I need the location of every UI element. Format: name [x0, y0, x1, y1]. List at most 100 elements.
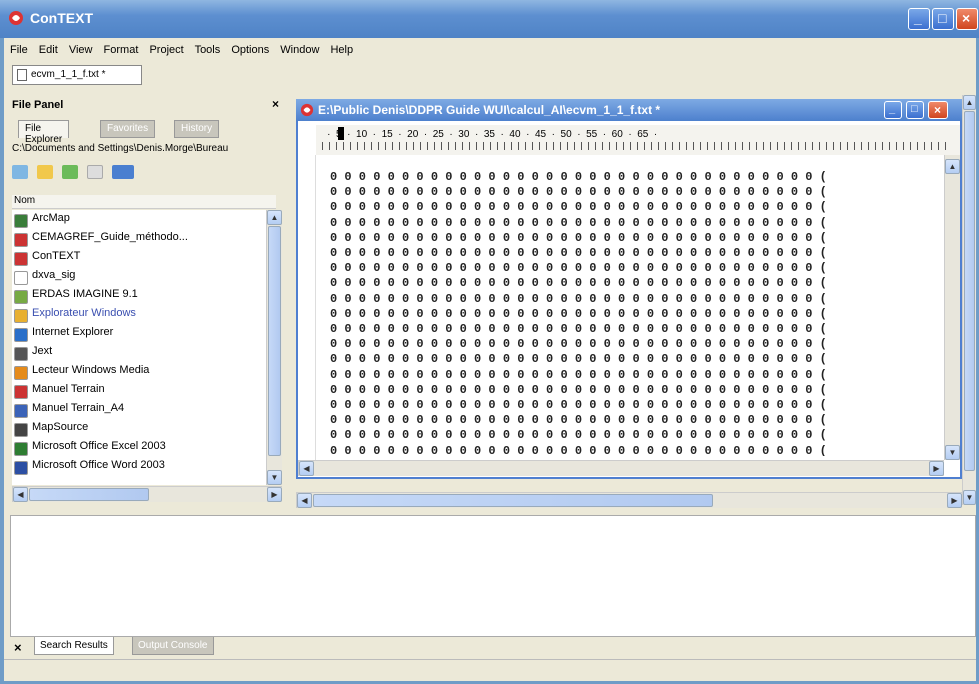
scroll-right-icon[interactable]: ▶: [947, 493, 962, 508]
document-tab[interactable]: ecvm_1_1_f.txt *: [12, 65, 142, 85]
globe-icon: [14, 214, 28, 228]
folder-up-icon[interactable]: [37, 165, 54, 179]
list-item[interactable]: CEMAGREF_Guide_méthodo...: [12, 231, 188, 249]
text-line: 0 0 0 0 0 0 0 0 0 0 0 0 0 0 0 0 0 0 0 0 …: [330, 382, 827, 397]
file-panel-title: File Panel: [12, 99, 64, 111]
list-item-label: Lecteur Windows Media: [32, 364, 150, 376]
list-item[interactable]: MapSource: [12, 421, 88, 439]
new-folder-icon[interactable]: [87, 165, 104, 179]
tab-history[interactable]: History: [174, 120, 220, 138]
window-title: ConTEXT: [30, 10, 93, 26]
editor-vscrollbar[interactable]: ▲ ▼: [944, 155, 960, 460]
list-item[interactable]: Lecteur Windows Media: [12, 364, 149, 382]
list-item[interactable]: Explorateur Windows: [12, 307, 136, 325]
folder-open-icon[interactable]: [62, 165, 79, 179]
list-item[interactable]: Manuel Terrain_A4: [12, 402, 124, 420]
line-gutter: [298, 155, 316, 460]
list-item[interactable]: dxva_sig: [12, 269, 75, 287]
text-line: 0 0 0 0 0 0 0 0 0 0 0 0 0 0 0 0 0 0 0 0 …: [330, 443, 827, 456]
scroll-up-icon[interactable]: ▲: [945, 159, 960, 174]
file-list-vscrollbar[interactable]: ▲ ▼: [266, 210, 282, 485]
editor-title-bar: E:\Public Denis\DDPR Guide WUI\calcul_AI…: [296, 99, 962, 121]
mapsource-icon: [14, 423, 28, 437]
scroll-down-icon[interactable]: ▼: [267, 470, 282, 485]
main-scroll-thumb[interactable]: [964, 111, 975, 471]
main-hscroll-thumb[interactable]: [313, 494, 713, 507]
scroll-down-icon[interactable]: ▼: [963, 490, 976, 505]
menu-options[interactable]: Options: [231, 44, 269, 56]
column-nom: Nom: [14, 195, 36, 206]
scroll-left-icon[interactable]: ◀: [13, 487, 28, 502]
text-line: 0 0 0 0 0 0 0 0 0 0 0 0 0 0 0 0 0 0 0 0 …: [330, 261, 827, 276]
list-item[interactable]: Internet Explorer: [12, 326, 113, 344]
menu-file[interactable]: File: [10, 44, 28, 56]
list-item[interactable]: ArcMap: [12, 212, 70, 230]
list-item-label: ArcMap: [32, 212, 70, 224]
text-line: 0 0 0 0 0 0 0 0 0 0 0 0 0 0 0 0 0 0 0 0 …: [330, 170, 827, 184]
list-item-label: Internet Explorer: [32, 326, 114, 338]
list-item[interactable]: Jext: [12, 345, 52, 363]
ie-icon: [14, 328, 28, 342]
scroll-left-icon[interactable]: ◀: [297, 493, 312, 508]
editor-hscrollbar[interactable]: ◀ ▶: [298, 460, 944, 476]
list-item-label: Microsoft Office Excel 2003: [32, 440, 166, 452]
scroll-up-icon[interactable]: ▲: [963, 95, 976, 110]
minimize-icon: _: [889, 103, 896, 115]
scroll-up-icon[interactable]: ▲: [267, 210, 282, 225]
file-list-hscrollbar[interactable]: ◀ ▶: [12, 486, 282, 502]
document-icon: [17, 69, 27, 81]
menu-project[interactable]: Project: [149, 44, 183, 56]
maximize-button[interactable]: □: [932, 8, 954, 30]
file-panel-close-icon[interactable]: ×: [272, 97, 279, 111]
text-line: 0 0 0 0 0 0 0 0 0 0 0 0 0 0 0 0 0 0 0 0 …: [330, 413, 827, 428]
main-hscrollbar[interactable]: ◀ ▶: [296, 492, 962, 508]
menu-format[interactable]: Format: [104, 44, 139, 56]
list-item-label: Manuel Terrain: [32, 383, 105, 395]
view-menu-icon[interactable]: [112, 165, 135, 179]
menu-help[interactable]: Help: [330, 44, 353, 56]
list-item[interactable]: Microsoft Office Excel 2003: [12, 440, 166, 458]
list-item[interactable]: ConTEXT: [12, 250, 80, 268]
list-header[interactable]: Nom: [12, 195, 276, 209]
scroll-left-icon[interactable]: ◀: [299, 461, 314, 476]
menu-edit[interactable]: Edit: [39, 44, 58, 56]
word-icon: [14, 461, 28, 475]
editor-maximize-button[interactable]: □: [906, 101, 924, 119]
scroll-right-icon[interactable]: ▶: [267, 487, 282, 502]
ruler-ticks: [322, 142, 952, 150]
ruler-numbers: · 5 · 10 · 15 · 20 · 25 · 30 · 35 · 40 ·…: [316, 129, 658, 140]
editor-text[interactable]: 0 0 0 0 0 0 0 0 0 0 0 0 0 0 0 0 0 0 0 0 …: [330, 170, 944, 456]
main-vscrollbar[interactable]: ▲ ▼: [962, 95, 976, 505]
list-item-label: MapSource: [32, 421, 89, 433]
maximize-icon: □: [911, 103, 918, 115]
file-icon: [14, 271, 28, 285]
list-item[interactable]: Manuel Terrain: [12, 383, 105, 401]
tab-search-results[interactable]: Search Results: [34, 637, 114, 655]
tab-output-console[interactable]: Output Console: [132, 637, 214, 655]
close-icon: ×: [962, 10, 971, 26]
menu-window[interactable]: Window: [280, 44, 319, 56]
scroll-down-icon[interactable]: ▼: [945, 445, 960, 460]
bottom-panel-close-icon[interactable]: ×: [14, 640, 22, 655]
list-item[interactable]: ERDAS IMAGINE 9.1: [12, 288, 138, 306]
editor-title: E:\Public Denis\DDPR Guide WUI\calcul_AI…: [318, 103, 661, 117]
minimize-button[interactable]: _: [908, 8, 930, 30]
word-icon: [14, 404, 28, 418]
tree-icon[interactable]: [12, 165, 28, 179]
text-line: 0 0 0 0 0 0 0 0 0 0 0 0 0 0 0 0 0 0 0 0 …: [330, 367, 827, 382]
menu-view[interactable]: View: [69, 44, 93, 56]
hscroll-thumb[interactable]: [29, 488, 149, 501]
editor-close-button[interactable]: ×: [928, 101, 948, 119]
menu-tools[interactable]: Tools: [195, 44, 221, 56]
ruler: · 5 · 10 · 15 · 20 · 25 · 30 · 35 · 40 ·…: [316, 125, 960, 155]
close-button[interactable]: ×: [956, 8, 978, 30]
tab-file-explorer[interactable]: File Explorer: [18, 120, 70, 145]
maximize-icon: □: [938, 10, 947, 26]
excel-icon: [14, 442, 28, 456]
editor-minimize-button[interactable]: _: [884, 101, 902, 119]
list-item[interactable]: Microsoft Office Word 2003: [12, 459, 165, 477]
tab-favorites[interactable]: Favorites: [100, 120, 156, 138]
text-line: 0 0 0 0 0 0 0 0 0 0 0 0 0 0 0 0 0 0 0 0 …: [330, 322, 827, 337]
scroll-right-icon[interactable]: ▶: [929, 461, 944, 476]
scroll-thumb[interactable]: [268, 226, 281, 456]
